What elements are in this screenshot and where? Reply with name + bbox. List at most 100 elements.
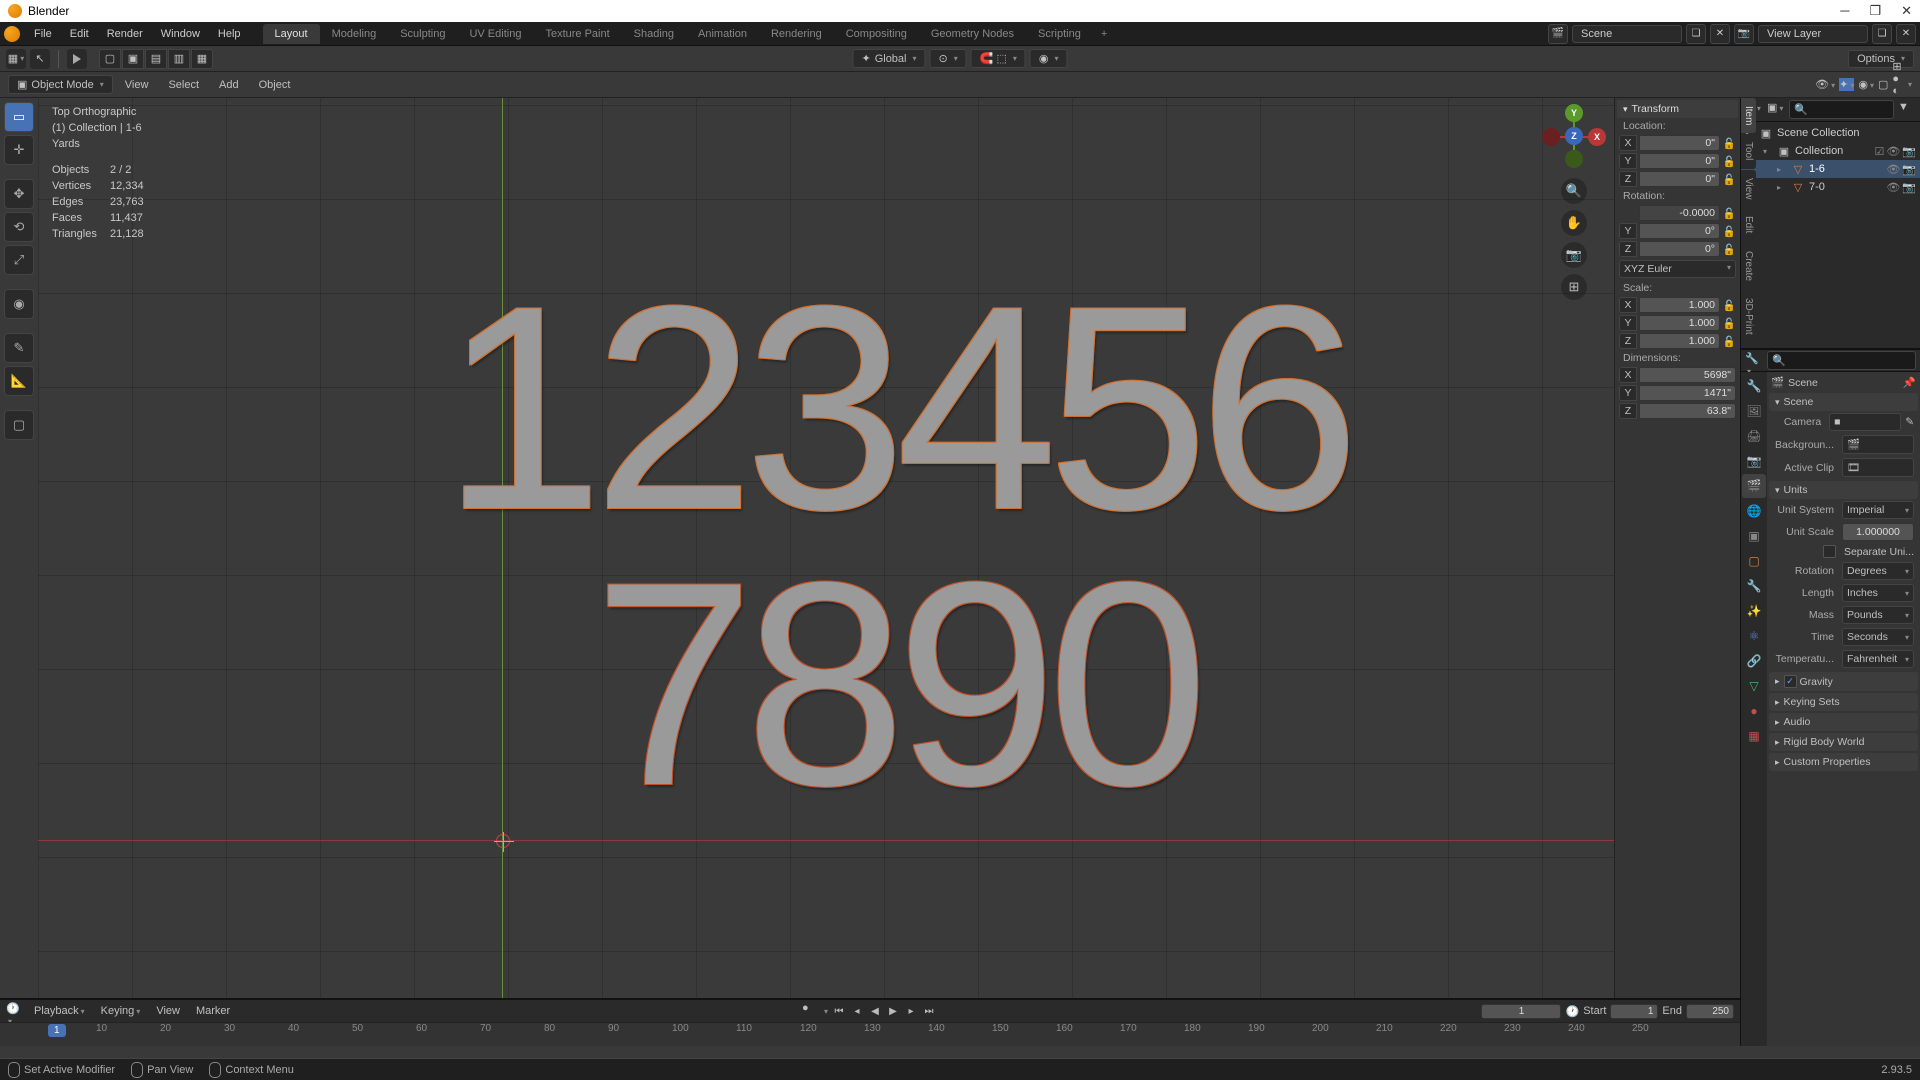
cursor-tool-icon[interactable]: ↖ <box>30 49 50 69</box>
viewlayer-new-button[interactable]: ❏ <box>1872 24 1892 44</box>
timeline-ruler[interactable]: 1 10203040506070809010011012013014015016… <box>0 1022 1740 1046</box>
shading-solid-icon[interactable]: ● <box>1892 73 1902 85</box>
proportional-edit-toggle[interactable]: ◉▾ <box>1030 49 1068 68</box>
keyframe-prev-icon[interactable]: ◂ <box>848 1002 866 1020</box>
tl-menu-marker[interactable]: Marker <box>190 1003 236 1019</box>
disable-icon[interactable]: 📷 <box>1902 145 1916 158</box>
tab-shading[interactable]: Shading <box>622 24 686 44</box>
panel-scene-header[interactable]: Scene <box>1769 393 1918 411</box>
snap-toggle[interactable]: 🧲 ⬚▾ <box>971 49 1026 68</box>
window-restore-icon[interactable]: ❐ <box>1869 3 1881 19</box>
ptab-tool[interactable]: 🔧 <box>1742 374 1766 398</box>
tab-layout[interactable]: Layout <box>263 24 320 44</box>
viewlayer-delete-button[interactable]: ✕ <box>1896 24 1916 44</box>
ptab-collection[interactable]: ▣ <box>1742 524 1766 548</box>
tool-measure[interactable]: 📐 <box>4 366 34 396</box>
unit-scale-field[interactable]: 1.000000 <box>1842 523 1914 541</box>
properties-search-input[interactable]: 🔍 <box>1767 351 1916 370</box>
scale-x-lock-icon[interactable]: 🔓 <box>1722 299 1736 312</box>
hide-icon[interactable]: 👁 <box>1886 181 1900 194</box>
panel-keyingsets-header[interactable]: Keying Sets <box>1769 693 1918 711</box>
hide-icon[interactable]: 👁 <box>1886 163 1900 176</box>
play-icon[interactable]: ▶ <box>884 1002 902 1020</box>
scene-field[interactable]: Scene <box>1572 25 1682 43</box>
breadcrumb[interactable]: Scene <box>1788 377 1818 389</box>
tab-scripting[interactable]: Scripting <box>1026 24 1093 44</box>
tab-geometry-nodes[interactable]: Geometry Nodes <box>919 24 1026 44</box>
tree-item-7-0[interactable]: ▸▽ 7-0 👁📷 <box>1741 178 1920 196</box>
menu-render[interactable]: Render <box>99 25 151 43</box>
shading-wireframe-icon[interactable]: ⊞ <box>1892 60 1902 73</box>
tool-cursor[interactable]: ✛ <box>4 135 34 165</box>
ptab-material[interactable]: ● <box>1742 699 1766 723</box>
outliner-display-mode-icon[interactable]: ▣▾ <box>1767 101 1785 119</box>
outliner-filter-icon[interactable]: ▼ <box>1898 101 1916 119</box>
loc-x-lock-icon[interactable]: 🔓 <box>1722 137 1736 150</box>
overlays-toggle-icon[interactable]: ◉▾ <box>1858 78 1874 91</box>
tool-select-box[interactable]: ▭ <box>4 102 34 132</box>
scene-delete-button[interactable]: ✕ <box>1710 24 1730 44</box>
select-set-icon[interactable]: ▢ <box>99 49 121 69</box>
preview-range-icon[interactable]: 🕐 <box>1565 1005 1579 1018</box>
select-extend-icon[interactable]: ▣ <box>122 49 144 69</box>
ptab-render[interactable]: 🖼 <box>1742 399 1766 423</box>
dim-x-field[interactable]: 5698" <box>1639 367 1736 383</box>
tool-annotate[interactable]: ✎ <box>4 333 34 363</box>
ptab-world[interactable]: 🌐 <box>1742 499 1766 523</box>
perspective-gizmo-icon[interactable]: ⊞ <box>1561 274 1587 300</box>
activeclip-field[interactable]: 🎞 <box>1842 458 1914 477</box>
tab-texture-paint[interactable]: Texture Paint <box>533 24 621 44</box>
scene-browse-icon[interactable]: 🎬 <box>1548 24 1568 44</box>
loc-z-field[interactable]: 0" <box>1639 171 1720 187</box>
ptab-particles[interactable]: ✨ <box>1742 599 1766 623</box>
rot-x-field[interactable]: -0.0000 <box>1639 205 1720 221</box>
loc-y-field[interactable]: 0" <box>1639 153 1720 169</box>
tl-menu-keying[interactable]: Keying▾ <box>95 1003 147 1019</box>
scene-new-button[interactable]: ❏ <box>1686 24 1706 44</box>
scale-y-lock-icon[interactable]: 🔓 <box>1722 317 1736 330</box>
select-intersect-icon[interactable]: ▦ <box>191 49 213 69</box>
tab-animation[interactable]: Animation <box>686 24 759 44</box>
panel-audio-header[interactable]: Audio <box>1769 713 1918 731</box>
exclude-icon[interactable]: ☑ <box>1874 145 1884 158</box>
start-frame-field[interactable]: 1 <box>1610 1004 1658 1019</box>
ntab-tool[interactable]: Tool <box>1741 134 1756 168</box>
tab-uv-editing[interactable]: UV Editing <box>457 24 533 44</box>
ptab-constraints[interactable]: 🔗 <box>1742 649 1766 673</box>
camera-field[interactable]: ■ <box>1829 413 1901 431</box>
rot-x-lock-icon[interactable]: 🔓 <box>1722 207 1736 220</box>
tool-transform[interactable]: ◉ <box>4 289 34 319</box>
add-workspace-button[interactable]: + <box>1093 24 1115 44</box>
eyedropper-icon[interactable]: ✎ <box>1905 416 1914 428</box>
tab-sculpting[interactable]: Sculpting <box>388 24 457 44</box>
menu-edit[interactable]: Edit <box>62 25 97 43</box>
dim-y-field[interactable]: 1471" <box>1639 385 1736 401</box>
selection-tool-icon[interactable] <box>67 49 87 69</box>
tl-menu-view[interactable]: View <box>150 1003 186 1019</box>
panel-units-header[interactable]: Units <box>1769 481 1918 499</box>
gizmo-neg-x-icon[interactable] <box>1542 128 1560 146</box>
scale-z-field[interactable]: 1.000 <box>1639 333 1720 349</box>
timeline-editor-icon[interactable]: 🕐▾ <box>6 1002 24 1020</box>
menu-window[interactable]: Window <box>153 25 208 43</box>
tab-rendering[interactable]: Rendering <box>759 24 834 44</box>
mode-select[interactable]: ▣ Object Mode▾ <box>8 75 113 94</box>
tool-move[interactable]: ✥ <box>4 179 34 209</box>
ptab-scene[interactable]: 🎬 <box>1742 474 1766 498</box>
viewlayer-field[interactable]: View Layer <box>1758 25 1868 43</box>
gizmo-neg-y-icon[interactable] <box>1565 150 1583 168</box>
tool-rotate[interactable]: ⟲ <box>4 212 34 242</box>
scale-y-field[interactable]: 1.000 <box>1639 315 1720 331</box>
orientation-select[interactable]: ✦ Global▾ <box>852 49 925 68</box>
tab-modeling[interactable]: Modeling <box>320 24 389 44</box>
loc-z-lock-icon[interactable]: 🔓 <box>1722 173 1736 186</box>
shading-options-chevron-icon[interactable]: ▾ <box>1908 80 1912 89</box>
unit-system-select[interactable]: Imperial▾ <box>1842 501 1914 519</box>
end-frame-field[interactable]: 250 <box>1686 1004 1734 1019</box>
ntab-3dprint[interactable]: 3D-Print <box>1741 290 1756 343</box>
panel-customprops-header[interactable]: Custom Properties <box>1769 753 1918 771</box>
disable-icon[interactable]: 📷 <box>1902 163 1916 176</box>
rotation-unit-select[interactable]: Degrees▾ <box>1842 562 1914 580</box>
play-reverse-icon[interactable]: ◀ <box>866 1002 884 1020</box>
ptab-texture[interactable]: ▦ <box>1742 724 1766 748</box>
